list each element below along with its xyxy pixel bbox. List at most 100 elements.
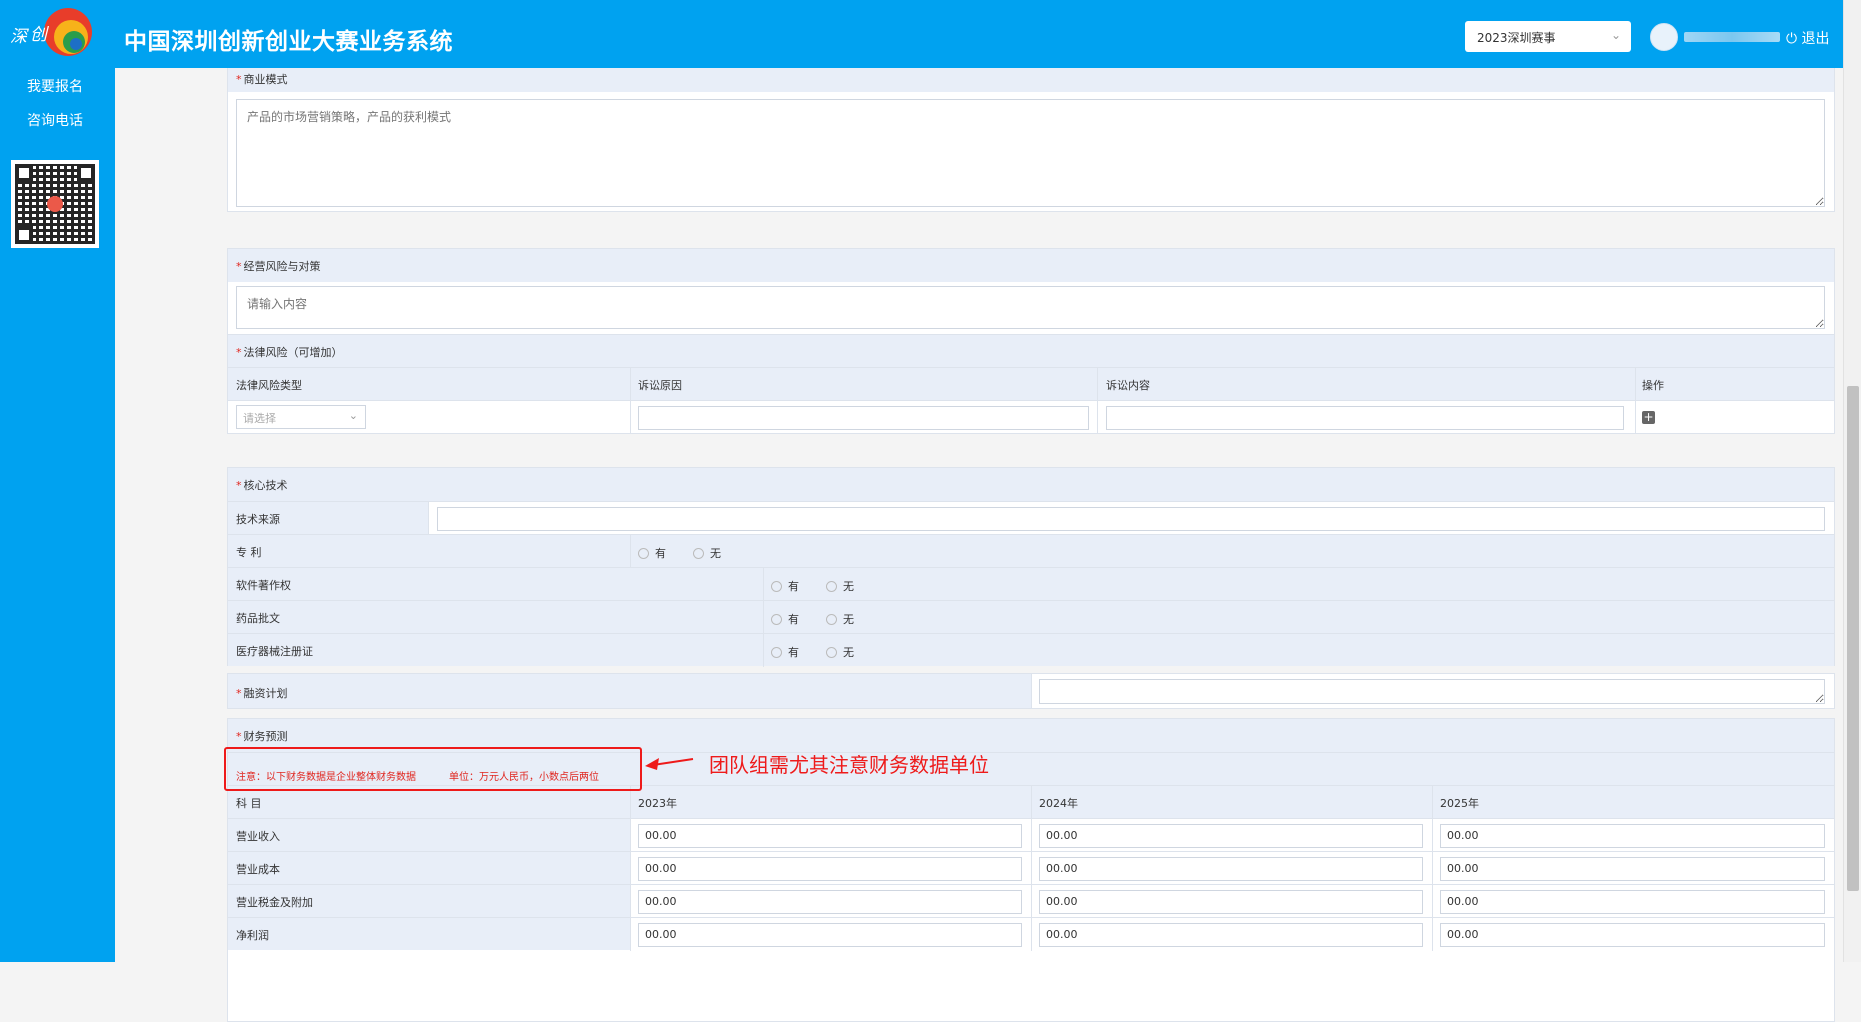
col-divider <box>1635 401 1636 434</box>
drug-approval-label: 药品批文 <box>236 612 280 625</box>
patent-no-radio[interactable]: 无 <box>693 545 721 561</box>
cost-2023-input[interactable]: 00.00 <box>638 857 1022 881</box>
scrollbar-thumb[interactable] <box>1847 386 1859 891</box>
username-redacted <box>1684 32 1780 42</box>
col-lawsuit-content: 诉讼内容 <box>1106 379 1150 392</box>
svg-text:深: 深 <box>10 27 29 47</box>
required-mark: * <box>236 730 242 743</box>
annotation-highlight-box <box>224 747 642 791</box>
col-divider <box>1097 401 1098 434</box>
radio-label: 无 <box>843 613 854 626</box>
required-mark: * <box>236 260 242 273</box>
required-mark: * <box>236 73 242 86</box>
col-divider <box>630 368 631 401</box>
lawsuit-content-input[interactable] <box>1106 406 1624 430</box>
finance-row-cost: 营业成本 00.00 00.00 00.00 <box>228 851 1834 885</box>
revenue-2025-input[interactable]: 00.00 <box>1440 824 1825 848</box>
revenue-2024-input[interactable]: 00.00 <box>1039 824 1423 848</box>
business-model-panel: * 商业模式 <box>227 68 1835 212</box>
legal-risk-label-text: 法律风险（可增加） <box>243 346 343 359</box>
revenue-2023-input[interactable]: 00.00 <box>638 824 1022 848</box>
drug-no-radio[interactable]: 无 <box>826 611 854 627</box>
col-divider <box>1031 786 1032 819</box>
required-mark: * <box>236 687 242 700</box>
row-label-cell <box>228 819 630 851</box>
qr-code <box>11 160 99 248</box>
col-divider <box>1635 368 1636 401</box>
patent-yes-radio[interactable]: 有 <box>638 545 666 561</box>
profit-2025-input[interactable]: 00.00 <box>1440 923 1825 947</box>
financing-label: * 融资计划 <box>236 685 288 701</box>
risk-label-text: 经营风险与对策 <box>243 260 321 273</box>
drug-yes-radio[interactable]: 有 <box>771 611 799 627</box>
avatar[interactable] <box>1650 23 1678 51</box>
col-divider <box>1432 786 1433 819</box>
radio-circle-icon <box>826 581 837 592</box>
col-divider <box>1031 852 1032 885</box>
sidebar: 我要报名 咨询电话 <box>0 68 115 962</box>
row-label-cell <box>228 918 630 950</box>
radio-label: 有 <box>655 547 666 560</box>
finance-row-tax: 营业税金及附加 00.00 00.00 00.00 <box>228 884 1834 918</box>
add-row-icon[interactable]: + <box>1642 411 1655 424</box>
drug-approval-row: 药品批文 有 无 <box>228 600 1834 634</box>
risk-panel: *经营风险与对策 *法律风险（可增加） 法律风险类型 诉讼原因 诉讼内容 操作 … <box>227 248 1835 434</box>
legal-risk-header: * 法律风险（可增加） <box>228 334 1834 367</box>
sidebar-item-register[interactable]: 我要报名 <box>0 76 110 96</box>
medical-device-label: 医疗器械注册证 <box>236 645 313 658</box>
col-divider <box>763 568 764 601</box>
col-year-2023: 2023年 <box>638 797 677 810</box>
chevron-down-icon: ⌄ <box>348 409 358 422</box>
page-scrollbar[interactable] <box>1843 0 1861 962</box>
tech-source-input[interactable] <box>437 507 1825 531</box>
core-tech-label: * 核心技术 <box>236 477 288 493</box>
logout-button[interactable]: ⏻ 退出 <box>1786 28 1830 48</box>
sidebar-item-hotline[interactable]: 咨询电话 <box>0 110 110 130</box>
software-yes-radio[interactable]: 有 <box>771 578 799 594</box>
tax-2024-input[interactable]: 00.00 <box>1039 890 1423 914</box>
row-label: 营业收入 <box>236 830 280 843</box>
col-divider <box>1031 918 1032 951</box>
legal-risk-label: * 法律风险（可增加） <box>236 344 343 360</box>
radio-circle-icon <box>826 647 837 658</box>
cost-2025-input[interactable]: 00.00 <box>1440 857 1825 881</box>
core-tech-label-text: 核心技术 <box>243 479 288 492</box>
tax-2023-input[interactable]: 00.00 <box>638 890 1022 914</box>
financing-panel: * 融资计划 <box>227 673 1835 709</box>
col-divider <box>763 601 764 634</box>
annotation-arrow-icon <box>645 758 694 770</box>
col-divider <box>1031 885 1032 918</box>
risk-textarea[interactable] <box>236 286 1825 329</box>
device-yes-radio[interactable]: 有 <box>771 644 799 660</box>
col-divider <box>630 819 631 852</box>
risk-label: * 经营风险与对策 <box>236 258 321 274</box>
finance-label-text: 财务预测 <box>243 730 288 743</box>
profit-2023-input[interactable]: 00.00 <box>638 923 1022 947</box>
business-model-label-text: 商业模式 <box>243 73 288 86</box>
profit-2024-input[interactable]: 00.00 <box>1039 923 1423 947</box>
col-divider <box>1432 918 1433 951</box>
business-model-textarea[interactable] <box>236 99 1825 207</box>
software-copyright-row: 软件著作权 有 无 <box>228 567 1834 601</box>
core-tech-panel: * 核心技术 技术来源 专 利 有 无 软件著作权 有 无 药品批文 有 无 医疗… <box>227 467 1835 667</box>
risk-type-select[interactable]: 请选择 ⌄ <box>236 405 366 429</box>
lawsuit-reason-input[interactable] <box>638 406 1089 430</box>
col-divider <box>1031 674 1032 708</box>
financing-textarea[interactable] <box>1039 679 1825 704</box>
radio-label: 有 <box>788 646 799 659</box>
radio-label: 无 <box>843 646 854 659</box>
radio-label: 有 <box>788 580 799 593</box>
season-select[interactable]: 2023深圳赛事 ⌄ <box>1465 21 1631 52</box>
patent-row: 专 利 有 无 <box>228 534 1834 568</box>
logo[interactable]: 深 创 <box>8 4 96 64</box>
radio-circle-icon <box>771 614 782 625</box>
tech-source-label: 技术来源 <box>236 513 280 526</box>
col-year-2025: 2025年 <box>1440 797 1479 810</box>
row-label-cell <box>228 852 630 884</box>
col-risk-type: 法律风险类型 <box>236 379 302 392</box>
finance-row-net-profit: 净利润 00.00 00.00 00.00 <box>228 917 1834 951</box>
device-no-radio[interactable]: 无 <box>826 644 854 660</box>
software-no-radio[interactable]: 无 <box>826 578 854 594</box>
tax-2025-input[interactable]: 00.00 <box>1440 890 1825 914</box>
cost-2024-input[interactable]: 00.00 <box>1039 857 1423 881</box>
